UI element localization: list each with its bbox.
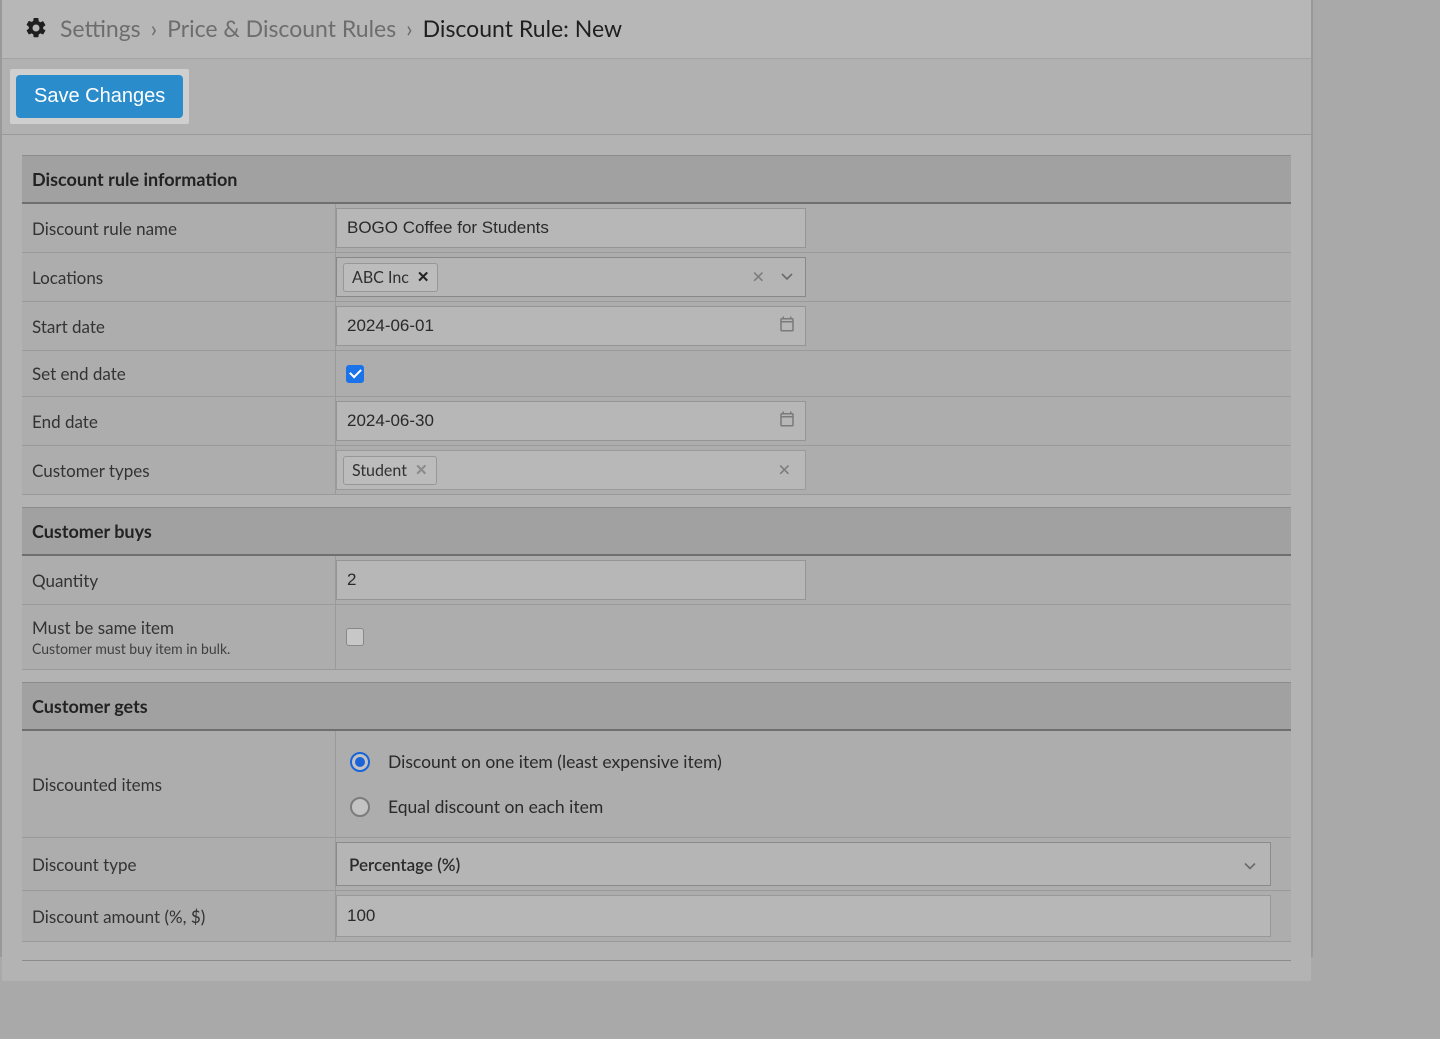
tag-location: ABC Inc ✕ (343, 263, 438, 292)
label-same-item-sub: Customer must buy item in bulk. (32, 640, 325, 657)
select-locations[interactable]: ABC Inc ✕ ✕ (336, 257, 806, 297)
label-same-item-main: Must be same item (32, 617, 325, 638)
select-customer-types[interactable]: Student ✕ ✕ (336, 450, 806, 490)
label-discount-amount: Discount amount (%, $) (22, 891, 336, 941)
section-header-buys: Customer buys (22, 507, 1291, 556)
row-end-date: End date (22, 397, 1291, 446)
row-discounted-items: Discounted items Discount on one item (l… (22, 731, 1291, 838)
input-quantity[interactable] (336, 560, 806, 600)
radio-discount-one[interactable]: Discount on one item (least expensive it… (350, 751, 722, 772)
radio-label-each: Equal discount on each item (388, 796, 603, 817)
row-locations: Locations ABC Inc ✕ ✕ (22, 253, 1291, 302)
page-header: Settings › Price & Discount Rules › Disc… (2, 0, 1311, 59)
row-same-item: Must be same item Customer must buy item… (22, 605, 1291, 670)
chevron-down-icon[interactable] (781, 273, 793, 281)
row-set-end-date: Set end date (22, 351, 1291, 397)
select-discount-type[interactable]: Percentage (%) (336, 842, 1271, 886)
label-discounted-items: Discounted items (22, 731, 336, 837)
remove-tag-icon[interactable]: ✕ (415, 461, 428, 479)
label-discount-type: Discount type (22, 838, 336, 890)
calendar-icon[interactable] (778, 410, 796, 432)
tag-customer-type: Student ✕ (343, 456, 437, 485)
tag-customer-type-label: Student (352, 461, 407, 480)
row-start-date: Start date (22, 302, 1291, 351)
radio-icon (350, 797, 370, 817)
section-header-gets: Customer gets (22, 682, 1291, 731)
label-quantity: Quantity (22, 556, 336, 604)
clear-select-icon[interactable]: ✕ (752, 268, 765, 287)
label-end-date: End date (22, 397, 336, 445)
breadcrumb-rules[interactable]: Price & Discount Rules (167, 14, 396, 42)
label-set-end-date: Set end date (22, 351, 336, 396)
row-discount-type: Discount type Percentage (%) (22, 838, 1291, 891)
breadcrumb-current: Discount Rule: New (423, 14, 622, 42)
remove-tag-icon[interactable]: ✕ (417, 268, 430, 286)
input-rule-name[interactable] (336, 208, 806, 248)
gear-icon (24, 16, 48, 40)
radio-icon (350, 752, 370, 772)
row-rule-name: Discount rule name (22, 204, 1291, 253)
chevron-down-icon (1244, 854, 1256, 875)
calendar-icon[interactable] (778, 315, 796, 337)
label-rule-name: Discount rule name (22, 204, 336, 252)
clear-select-icon[interactable]: ✕ (778, 461, 791, 480)
row-quantity: Quantity (22, 556, 1291, 605)
checkbox-set-end-date[interactable] (346, 365, 364, 383)
save-button[interactable]: Save Changes (16, 75, 183, 118)
input-end-date[interactable] (336, 401, 806, 441)
save-button-highlight: Save Changes (10, 69, 189, 124)
breadcrumb: Settings › Price & Discount Rules › Disc… (60, 14, 622, 42)
row-discount-amount: Discount amount (%, $) (22, 891, 1291, 942)
radio-label-one: Discount on one item (least expensive it… (388, 751, 722, 772)
toolbar: Save Changes (2, 59, 1311, 135)
label-locations: Locations (22, 253, 336, 301)
chevron-right-icon: › (151, 14, 157, 42)
select-discount-type-value: Percentage (%) (349, 854, 460, 875)
radio-discount-each[interactable]: Equal discount on each item (350, 796, 722, 817)
footer-separator (22, 960, 1291, 961)
breadcrumb-settings[interactable]: Settings (60, 14, 141, 42)
input-discount-amount[interactable] (336, 895, 1271, 937)
label-same-item: Must be same item Customer must buy item… (22, 605, 336, 669)
content-area: Discount rule information Discount rule … (2, 135, 1311, 981)
label-start-date: Start date (22, 302, 336, 350)
input-start-date[interactable] (336, 306, 806, 346)
tag-location-label: ABC Inc (352, 268, 409, 287)
section-header-info: Discount rule information (22, 155, 1291, 204)
label-customer-types: Customer types (22, 446, 336, 494)
chevron-right-icon: › (406, 14, 412, 42)
row-customer-types: Customer types Student ✕ ✕ (22, 446, 1291, 495)
checkbox-same-item[interactable] (346, 628, 364, 646)
